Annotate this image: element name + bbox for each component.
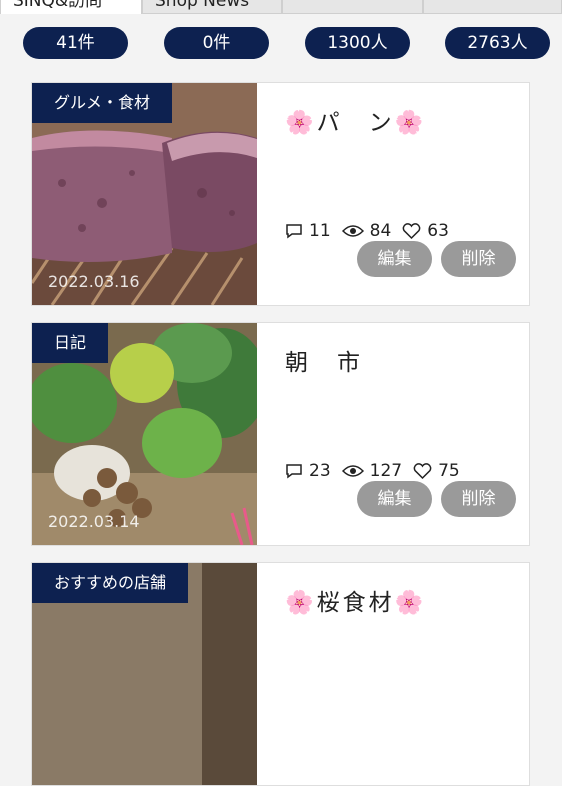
delete-button[interactable]: 削除	[441, 241, 516, 277]
tab-shop-news[interactable]: Shop News	[142, 0, 282, 14]
tab-3[interactable]	[282, 0, 423, 14]
category-label: 日記	[32, 323, 109, 363]
post-card[interactable]: 日記 2022.03.14 朝 市 23 127 75 編集 削除	[31, 322, 530, 546]
comment-icon	[286, 464, 302, 479]
comment-count: 11	[309, 221, 331, 241]
view-count: 84	[369, 221, 392, 241]
category-label: グルメ・食材	[32, 83, 173, 123]
tab-4[interactable]	[423, 0, 562, 14]
post-stats: 23 127 75	[285, 461, 471, 481]
delete-button[interactable]: 削除	[441, 481, 516, 517]
heart-icon[interactable]	[402, 222, 421, 240]
post-card[interactable]: おすすめの店舗 🌸桜食材🌸	[31, 562, 530, 786]
eye-icon	[341, 225, 364, 237]
tab-bar: SINQ&訪問 Shop News	[0, 0, 562, 14]
category-label: おすすめの店舗	[32, 563, 189, 603]
stat-pill-count: 0件	[164, 27, 269, 59]
post-date: 2022.03.16	[48, 272, 140, 291]
post-stats: 11 84 63	[285, 221, 460, 241]
post-title[interactable]: 🌸桜食材🌸	[285, 583, 426, 617]
post-thumbnail[interactable]: グルメ・食材 2022.03.16	[32, 83, 257, 305]
tab-sinq-visit[interactable]: SINQ&訪問	[0, 0, 142, 14]
post-date: 2022.03.14	[48, 512, 140, 531]
post-card[interactable]: グルメ・食材 2022.03.16 🌸パ ン🌸 11 84 63 編集 削除	[31, 82, 530, 306]
stats-row: 41件 0件 1300人 2763人	[0, 27, 562, 59]
like-count: 75	[438, 461, 460, 481]
stat-pill-posts: 41件	[23, 27, 128, 59]
stat-pill-followers: 1300人	[305, 27, 410, 59]
post-thumbnail[interactable]: 日記 2022.03.14	[32, 323, 257, 545]
like-count: 63	[427, 221, 449, 241]
post-title[interactable]: 🌸パ ン🌸	[285, 103, 426, 137]
comment-icon	[286, 224, 302, 239]
view-count: 127	[369, 461, 403, 481]
heart-icon[interactable]	[413, 462, 432, 480]
post-thumbnail[interactable]: おすすめの店舗	[32, 563, 257, 785]
stat-pill-visitors: 2763人	[445, 27, 550, 59]
comment-count: 23	[309, 461, 331, 481]
eye-icon	[341, 465, 364, 477]
post-title[interactable]: 朝 市	[285, 343, 363, 377]
edit-button[interactable]: 編集	[357, 241, 432, 277]
edit-button[interactable]: 編集	[357, 481, 432, 517]
